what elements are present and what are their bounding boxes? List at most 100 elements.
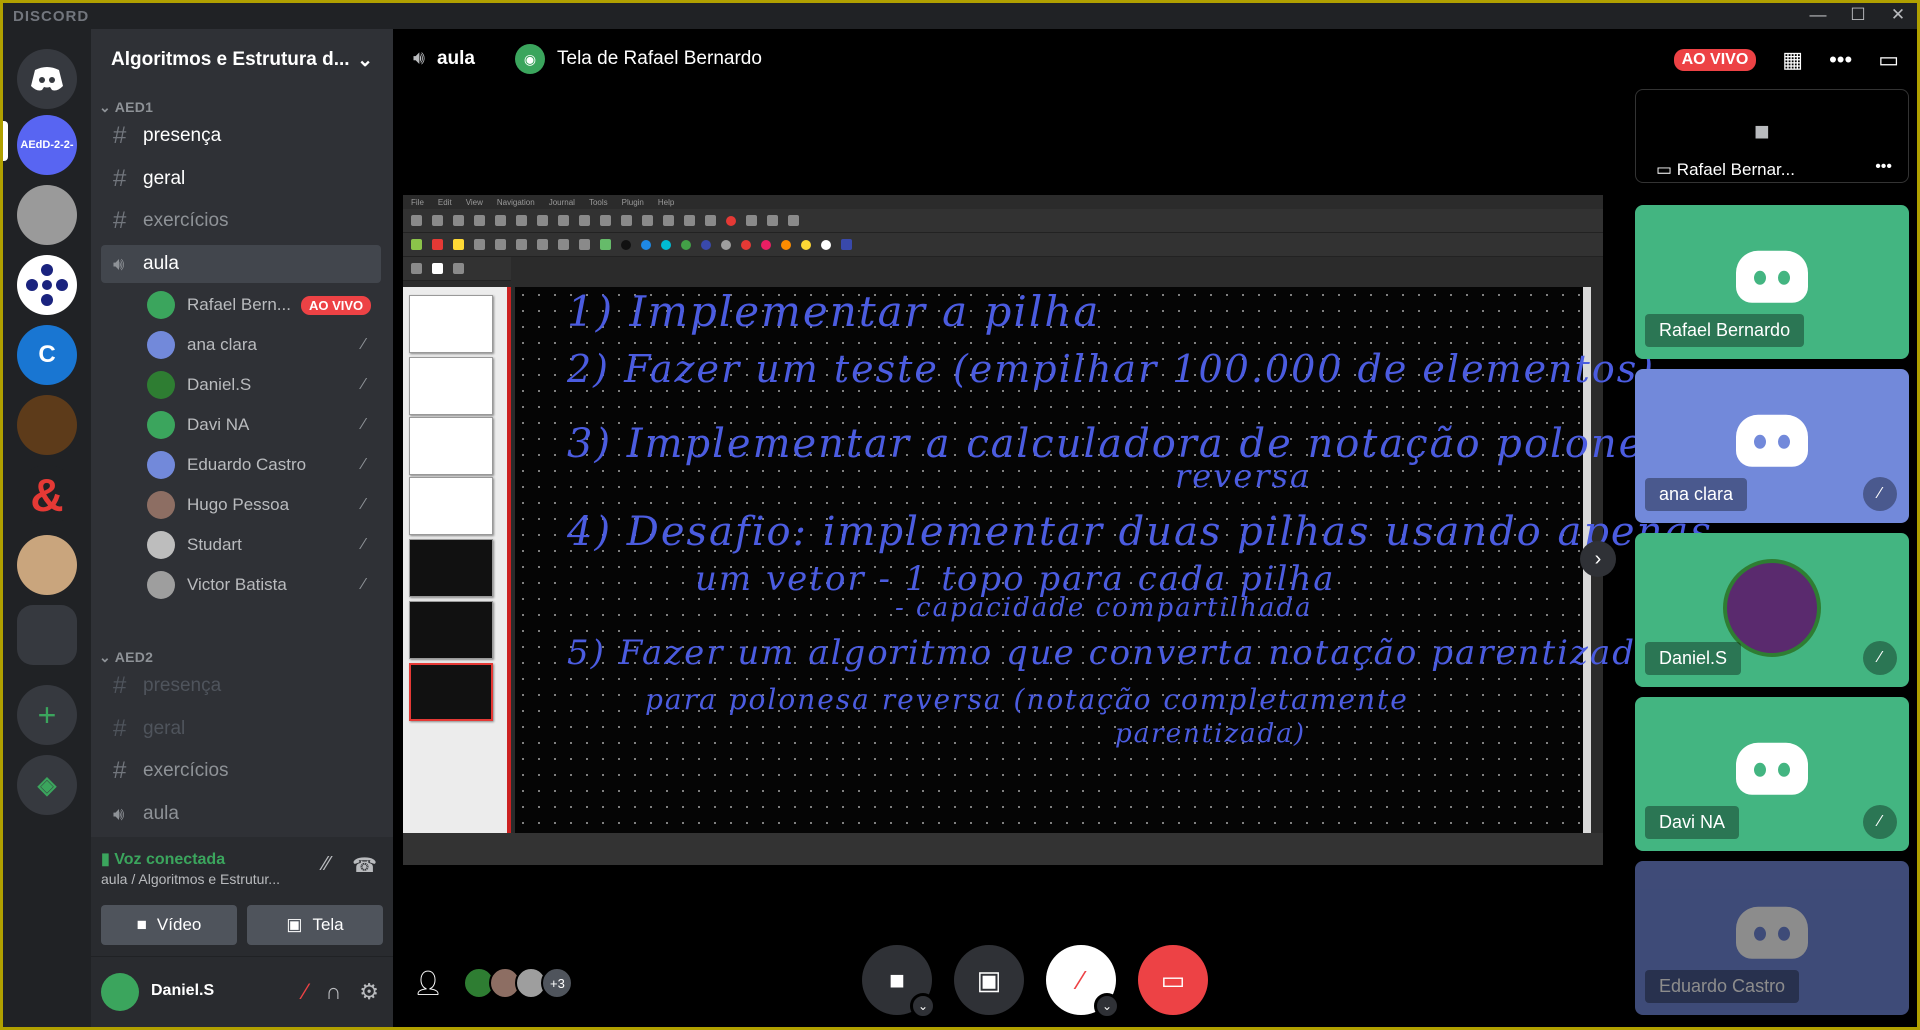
sidebar-toolbar [403,257,511,281]
window-controls: — ☐ ✕ [1807,5,1909,25]
participant-tile[interactable]: Davi NA ⁄ [1635,697,1909,851]
user-name[interactable]: Daniel.S [151,982,214,1000]
page-thumbnail[interactable] [409,295,493,353]
participant-tile[interactable]: ana clara ⁄ [1635,369,1909,523]
more-options-icon[interactable]: ••• [1875,158,1892,176]
avatar [147,291,175,319]
video-button[interactable]: ■ Vídeo [101,905,237,945]
noise-suppression-icon[interactable]: ⁄⁄ [323,853,330,878]
tile-name: Davi NA [1645,806,1740,839]
page-thumbnails [403,287,511,833]
toolbar-row-2 [403,233,1603,257]
discord-avatar-icon [1736,414,1808,467]
server-folder[interactable] [17,605,77,665]
guild-header[interactable]: Algoritmos e Estrutura d... ⌄ [91,29,393,91]
muted-mic-icon: ⁄ [362,416,365,433]
title-bar: DISCORD — ☐ ✕ [3,3,1917,29]
page-thumbnail[interactable] [409,417,493,475]
server-crest[interactable] [17,395,77,455]
voice-user[interactable]: Daniel.S ⁄ [147,367,381,403]
screen-share-button[interactable]: ▣ Tela [247,905,383,945]
chevron-right-icon[interactable]: › [1580,541,1616,577]
voice-actions: ⁄⁄ ☎ [323,853,377,878]
chevron-down-icon[interactable]: ⌄ [1094,993,1120,1019]
channel-geral-aed2[interactable]: # geral [101,710,381,748]
add-server-button[interactable]: + [17,685,77,745]
category-aed2[interactable]: ⌄ AED2 [99,649,153,666]
channel-presenca[interactable]: # presença [101,117,381,155]
explore-servers-button[interactable]: ◈ [17,755,77,815]
participant-tile[interactable]: Eduardo Castro [1635,861,1909,1015]
channel-presenca-aed2[interactable]: # presença [101,667,381,705]
server-python-c[interactable]: C [17,325,77,385]
muted-mic-icon: ⁄ [362,496,365,513]
voice-user[interactable]: Eduardo Castro ⁄ [147,447,381,483]
more-options-icon[interactable]: ••• [1829,47,1852,73]
avatar [147,331,175,359]
avatar[interactable] [101,973,139,1011]
server-avatar[interactable] [17,535,77,595]
page-thumbnail[interactable] [409,601,493,659]
active-server-indicator [3,121,8,161]
stop-stream-button[interactable]: ▭ [1138,945,1208,1015]
server-aedd[interactable]: AEdD-2-2- [17,115,77,175]
screen-share-icon: ▣ [976,964,1002,995]
voice-location[interactable]: aula / Algoritmos e Estrutur... [101,871,280,887]
hash-icon: # [113,715,127,742]
stream-preview-tile[interactable]: ■ ▭ Rafael Bernar... ••• [1635,89,1909,183]
avatar [147,571,175,599]
maximize-button[interactable]: ☐ [1847,5,1869,25]
page-thumbnail[interactable] [409,477,493,535]
stage-channel-name: aula [436,48,476,69]
voice-user[interactable]: Rafael Bern... AO VIVO [147,287,381,323]
voice-channel-aula-aed2[interactable]: 🔊︎ aula [101,795,381,833]
screen-share-button[interactable]: ▣ [954,945,1024,1015]
grid-layout-icon[interactable]: ▦ [1782,47,1803,73]
muted-mic-icon: ⁄ [362,336,365,353]
screen-close-icon: ▭ [1160,964,1186,995]
channel-geral[interactable]: # geral [101,160,381,198]
avatar [147,491,175,519]
voice-user[interactable]: Davi NA ⁄ [147,407,381,443]
shared-screen[interactable]: File Edit View Navigation Journal Tools … [403,195,1711,865]
participant-tile[interactable]: Daniel.S ⁄ [1635,533,1909,687]
server-photo[interactable] [17,185,77,245]
page-thumbnail[interactable] [409,539,493,597]
tile-name: Rafael Bernardo [1645,314,1805,347]
stage-toolbar: AO VIVO ▦ ••• ▭ [1673,47,1899,73]
home-button[interactable] [17,49,77,109]
headphones-icon[interactable]: ∩ [325,979,341,1005]
category-aed1[interactable]: ⌄ AED1 [99,99,153,116]
gear-icon[interactable]: ⚙ [359,979,379,1005]
minimize-button[interactable]: — [1807,5,1829,25]
disconnect-icon[interactable]: ☎ [352,853,377,878]
hash-icon: # [113,165,127,192]
camera-button[interactable]: ■ ⌄ [862,945,936,1019]
server-world-copy[interactable] [17,255,77,315]
muted-mic-icon: ⁄ [1863,641,1897,675]
voice-user[interactable]: ana clara ⁄ [147,327,381,363]
microphone-button[interactable]: ⁄ ⌄ [1046,945,1120,1019]
page-thumbnail-active[interactable] [409,663,493,721]
toolbar-row-1 [403,209,1603,233]
camera-icon: ■ [889,964,905,995]
participant-tile[interactable]: Rafael Bernardo [1635,205,1909,359]
handwriting-line: parentizada) [1115,719,1306,749]
page-thumbnail[interactable] [409,357,493,415]
chevron-down-icon[interactable]: ⌄ [910,993,936,1019]
voice-channel-aula[interactable]: 🔊︎ aula [101,245,381,283]
channel-exercicios[interactable]: # exercícios [101,202,381,240]
stage: 🔊︎ aula ◉ Tela de Rafael Bernardo AO VIVO… [393,29,1917,1027]
discord-logo-icon [31,67,63,91]
avatar [147,531,175,559]
popout-icon[interactable]: ▭ [1878,47,1899,73]
voice-user[interactable]: Studart ⁄ [147,527,381,563]
mute-icon[interactable]: ⁄ [304,979,308,1005]
server-dnd[interactable]: & [17,465,77,525]
voice-user[interactable]: Victor Batista ⁄ [147,567,381,603]
channel-exercicios-aed2[interactable]: # exercícios [101,752,381,790]
speaker-icon: 🔊︎ [413,48,425,69]
avatar [147,371,175,399]
close-button[interactable]: ✕ [1887,5,1909,25]
voice-user[interactable]: Hugo Pessoa ⁄ [147,487,381,523]
